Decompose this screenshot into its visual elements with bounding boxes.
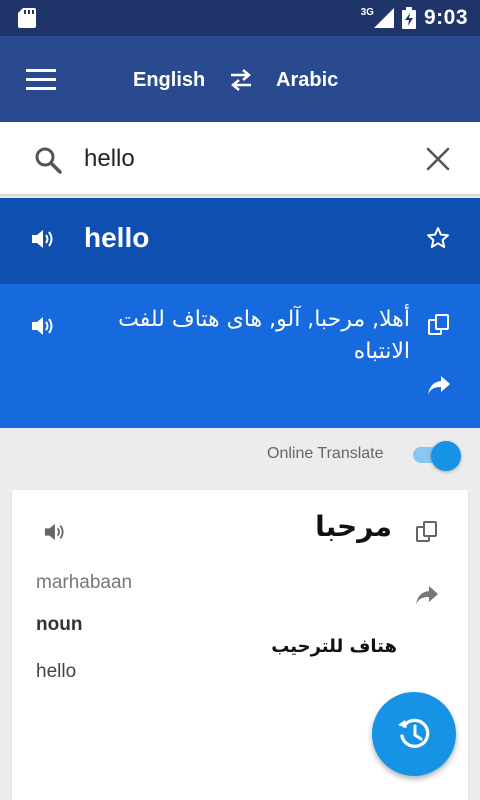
- search-icon: [35, 147, 62, 174]
- menu-icon[interactable]: [26, 68, 56, 92]
- online-translate-label: Online Translate: [267, 445, 384, 462]
- battery-icon: [401, 7, 416, 29]
- history-button[interactable]: [372, 692, 456, 776]
- source-word: hello: [84, 222, 150, 253]
- share-icon[interactable]: [427, 374, 451, 396]
- source-word-panel: hello: [0, 198, 480, 284]
- translation-text: أهلا, مرحبا, آلو, هاى هتاف للفت الانتباه: [118, 307, 410, 364]
- app-bar: English Arabic: [0, 36, 480, 122]
- online-translate-toggle[interactable]: [411, 441, 463, 471]
- copy-icon[interactable]: [428, 314, 450, 336]
- speaker-icon[interactable]: [30, 315, 54, 337]
- history-icon: [398, 718, 430, 748]
- part-of-speech: noun: [36, 614, 83, 635]
- meaning: hello: [36, 661, 77, 682]
- star-icon[interactable]: [426, 226, 450, 250]
- search-bar: [0, 122, 480, 196]
- network-type: 3G: [360, 6, 374, 18]
- translation-panel: أهلا, مرحبا, آلو, هاى هتاف للفت الانتباه: [0, 284, 480, 428]
- source-language-button[interactable]: English: [133, 69, 205, 92]
- transliteration: marhabaan: [36, 572, 133, 593]
- search-input[interactable]: [84, 138, 404, 180]
- copy-icon[interactable]: [416, 521, 438, 543]
- toggle-knob: [431, 441, 461, 471]
- clear-icon[interactable]: [426, 147, 450, 171]
- clock: 9:03: [423, 6, 468, 29]
- entry-word: مرحبا: [315, 510, 392, 543]
- speaker-icon[interactable]: [30, 228, 54, 250]
- status-right: 3G 9:03: [361, 0, 468, 36]
- status-bar: 3G 9:03: [0, 0, 480, 36]
- target-language-button[interactable]: Arabic: [276, 69, 338, 92]
- swap-icon[interactable]: [229, 69, 253, 91]
- share-icon[interactable]: [415, 584, 439, 606]
- definition: هتاف للترحيب: [271, 636, 397, 657]
- signal-icon: [373, 8, 394, 28]
- sd-card-icon: [18, 8, 36, 28]
- speaker-icon[interactable]: [43, 522, 65, 542]
